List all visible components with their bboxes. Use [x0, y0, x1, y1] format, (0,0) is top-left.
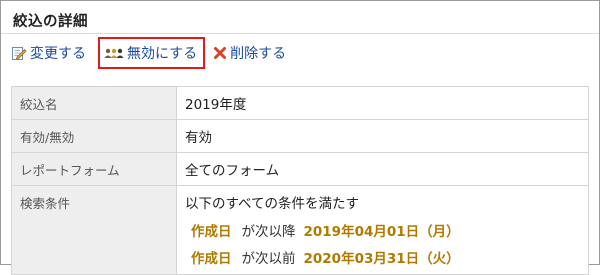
conditions-label: 検索条件: [11, 185, 177, 275]
status-value: 有効: [176, 119, 589, 153]
detail-row-status: 有効/無効 有効: [11, 119, 589, 153]
condition-value: 2019年04月01日（月）: [303, 224, 460, 240]
edit-label: 変更する: [30, 46, 86, 62]
page-title: 絞込の詳細: [13, 14, 88, 30]
detail-table: 絞込名 2019年度 有効/無効 有効 レポートフォーム 全てのフォーム 検索条…: [11, 86, 589, 275]
conditions-intro: 以下のすべての条件を満たす: [185, 196, 360, 212]
detail-row-name: 絞込名 2019年度: [11, 86, 589, 120]
condition-item: 作成日 が次以降 2019年04月01日（月）: [191, 220, 580, 240]
filter-detail-panel: 絞込の詳細 変更する 無効にする 削除する 絞込名 2019年度 有効/無効 有…: [0, 0, 600, 275]
report-form-value: 全てのフォーム: [176, 152, 589, 186]
status-label: 有効/無効: [11, 119, 177, 153]
name-value: 2019年度: [176, 86, 589, 120]
detail-row-conditions: 検索条件 以下のすべての条件を満たす 作成日 が次以降 2019年04月01日（月）…: [11, 185, 589, 275]
delete-button[interactable]: 削除する: [213, 43, 286, 63]
toolbar: 変更する 無効にする 削除する: [11, 37, 286, 69]
title-divider: [1, 33, 599, 34]
delete-label: 削除する: [230, 46, 287, 62]
detail-row-report-form: レポートフォーム 全てのフォーム: [11, 152, 589, 186]
disable-button[interactable]: 無効にする: [98, 37, 206, 69]
report-form-label: レポートフォーム: [11, 152, 177, 186]
disable-label: 無効にする: [127, 46, 198, 62]
disable-icon: [104, 48, 124, 58]
delete-icon: [214, 47, 227, 59]
condition-field: 作成日: [191, 224, 232, 240]
name-label: 絞込名: [11, 86, 177, 120]
edit-button[interactable]: 変更する: [11, 43, 86, 63]
conditions-value: 以下のすべての条件を満たす 作成日 が次以降 2019年04月01日（月） 作成日が…: [176, 185, 589, 275]
condition-item: 作成日 が次以前 2020年03月31日（火）: [191, 247, 580, 267]
edit-icon: [12, 47, 27, 60]
condition-operator: が次以降: [241, 224, 296, 240]
